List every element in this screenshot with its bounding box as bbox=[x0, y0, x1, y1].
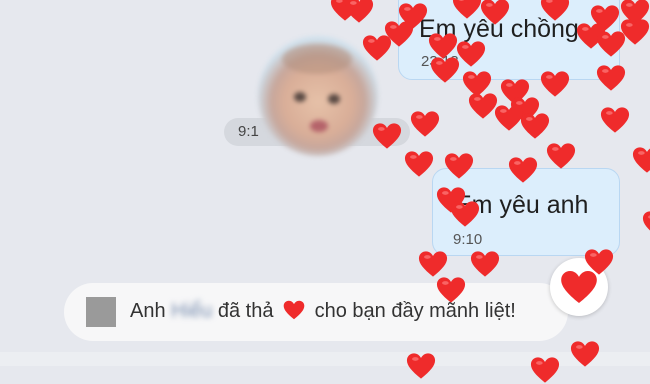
heart-icon bbox=[418, 250, 448, 278]
notice-prefix: Anh bbox=[130, 300, 166, 322]
heart-icon bbox=[372, 122, 402, 150]
notice-avatar bbox=[86, 297, 116, 327]
notice-middle: đã thả bbox=[217, 300, 274, 322]
heart-icon bbox=[430, 56, 460, 84]
heart-icon bbox=[540, 70, 570, 98]
heart-icon bbox=[642, 210, 650, 238]
heart-icon bbox=[600, 106, 630, 134]
heart-icon bbox=[520, 112, 550, 140]
heart-icon bbox=[470, 250, 500, 278]
heart-icon bbox=[546, 142, 576, 170]
notice-suffix: cho bạn đầy mãnh liệt! bbox=[314, 300, 516, 322]
heart-icon bbox=[344, 0, 374, 24]
heart-icon bbox=[452, 0, 482, 20]
heart-icon bbox=[620, 18, 650, 46]
heart-icon bbox=[456, 40, 486, 68]
avatar-eye bbox=[328, 94, 340, 104]
notice-blurred-name: Hiểu bbox=[171, 300, 213, 322]
avatar[interactable] bbox=[258, 36, 378, 156]
heart-icon bbox=[480, 0, 510, 26]
heart-icon bbox=[444, 152, 474, 180]
message-time: 9:10 bbox=[453, 231, 483, 248]
heart-icon bbox=[384, 20, 414, 48]
heart-icon bbox=[540, 0, 570, 22]
heart-icon bbox=[404, 150, 434, 178]
heart-icon bbox=[596, 64, 626, 92]
avatar-mouth bbox=[310, 120, 328, 132]
heart-icon bbox=[436, 276, 466, 304]
avatar-eye bbox=[294, 92, 306, 102]
heart-icon bbox=[632, 146, 650, 174]
avatar-hair bbox=[282, 44, 352, 74]
heart-icon bbox=[283, 300, 305, 320]
heart-icon bbox=[530, 356, 560, 384]
heart-icon bbox=[570, 340, 600, 368]
heart-icon bbox=[406, 352, 436, 380]
time-pill-text: 9:1 bbox=[238, 123, 259, 140]
heart-icon bbox=[450, 200, 480, 228]
heart-icon bbox=[508, 156, 538, 184]
reaction-notice[interactable]: Anh Hiểu đã thả cho bạn đầy mãnh liệt! bbox=[64, 283, 568, 341]
heart-icon bbox=[584, 248, 614, 276]
heart-icon bbox=[410, 110, 440, 138]
